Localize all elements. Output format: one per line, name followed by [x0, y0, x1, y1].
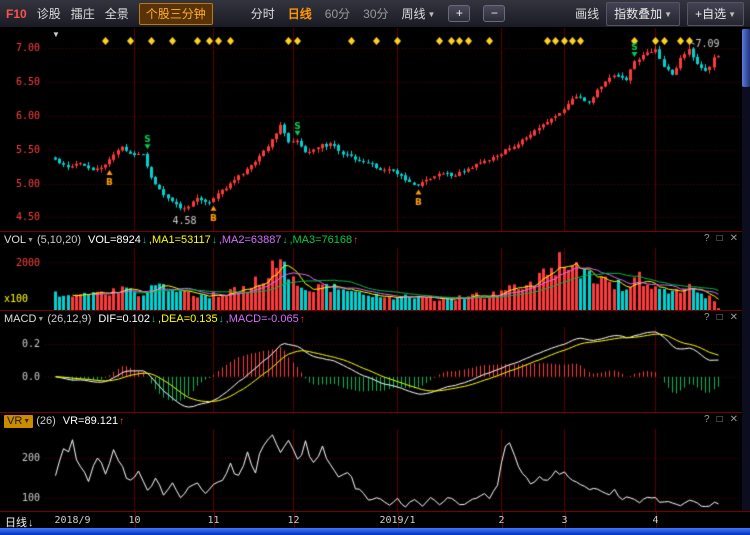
toolbar-left-group: F10 诊股擂庄全景个股三分钟: [6, 3, 213, 25]
vol-value: VOL=8924: [88, 234, 141, 246]
up-arrow-icon: ↑: [300, 314, 305, 325]
period-weekly-button[interactable]: 周线▼: [402, 5, 436, 22]
month-label: 12: [287, 515, 299, 526]
volume-chart-canvas[interactable]: [0, 248, 750, 310]
add-watchlist-button[interactable]: +自选▼: [687, 2, 744, 26]
vol-value: ,MA1=53117: [149, 234, 211, 246]
macd-value: DIF=0.102: [98, 313, 150, 325]
macd-chart-canvas[interactable]: [0, 327, 750, 412]
month-label: 3: [561, 515, 567, 526]
index-overlay-button[interactable]: 指数叠加▼: [606, 2, 680, 26]
bottom-strip: [0, 528, 750, 535]
macd-indicator-selector[interactable]: MACD▼: [4, 313, 44, 325]
period-30min-button[interactable]: 30分: [363, 5, 388, 22]
period-daily-button[interactable]: 日线: [288, 5, 312, 22]
maximize-icon[interactable]: □: [717, 312, 723, 323]
period-intraday-button[interactable]: 分时: [251, 5, 275, 22]
down-arrow-icon: ↓: [28, 517, 34, 529]
close-icon[interactable]: ✕: [730, 312, 738, 323]
macd-params: (26,12,9): [47, 313, 91, 325]
period-60min-button[interactable]: 60分: [325, 5, 350, 22]
month-label: 10: [128, 515, 140, 526]
month-label: 2: [498, 515, 504, 526]
diagnose-stock-button[interactable]: 诊股: [37, 5, 61, 22]
close-icon[interactable]: ✕: [730, 233, 738, 244]
vertical-scrollbar[interactable]: [742, 28, 750, 511]
vr-panel-header: VR▼(26)VR=89.121↑?□✕: [0, 412, 750, 429]
up-arrow-icon: ↑: [119, 416, 124, 427]
up-arrow-icon: ↑: [353, 235, 358, 246]
down-arrow-icon: ↓: [151, 314, 156, 325]
top-toolbar: F10 诊股擂庄全景个股三分钟 分时日线 60分 30分周线▼ +− 画线指数叠加▼ +自…: [0, 0, 750, 28]
main-chart-panel: ▼: [0, 28, 750, 231]
stock-3min-button[interactable]: 个股三分钟: [139, 3, 213, 25]
vr-name: VR: [7, 415, 22, 427]
draw-line-button[interactable]: 画线: [575, 5, 599, 22]
scrollbar-thumb[interactable]: [742, 29, 750, 87]
vr-indicator-selector[interactable]: VR▼: [4, 415, 33, 428]
period-text: 日线: [5, 517, 27, 529]
help-icon[interactable]: ?: [704, 414, 710, 425]
maximize-icon[interactable]: □: [717, 414, 723, 425]
window-buttons: ? □ ✕: [704, 414, 738, 425]
chevron-down-icon: ▼: [728, 10, 736, 19]
help-icon[interactable]: ?: [704, 312, 710, 323]
vol-panel-header: VOL▼(5,10,20)VOL=8924↓,MA1=53117↓,MA2=63…: [0, 231, 750, 248]
window-buttons: ? □ ✕: [704, 312, 738, 323]
down-arrow-icon: ↓: [212, 235, 217, 246]
stock-chart-app: F10诊股擂庄全景个股三分钟 分时日线60分30分周线▼+− 画线指数叠加▼+自…: [0, 0, 750, 535]
macd-value: ,MACD=-0.065: [226, 313, 299, 325]
vr-value: VR=89.121: [63, 415, 118, 427]
vr-params: (26): [36, 415, 56, 427]
help-icon[interactable]: ?: [704, 233, 710, 244]
down-arrow-icon: ↓: [219, 314, 224, 325]
window-buttons: ? □ ✕: [704, 233, 738, 244]
chart-period-indicator[interactable]: 日线↓: [5, 514, 34, 530]
vol-value: ,MA2=63887: [219, 234, 282, 246]
chevron-down-icon: ▼: [27, 237, 34, 244]
macd-value: ,DEA=0.135: [158, 313, 218, 325]
chevron-down-icon: ▼: [23, 418, 30, 425]
toolbar-period-group: 分时日线 60分 30分周线▼ +−: [251, 5, 506, 22]
time-axis: 日线↓ 2018/9 10 11 12 2019/1 2 3 4: [0, 511, 750, 528]
chevron-down-icon: ▼: [664, 10, 672, 19]
leizhuang-button[interactable]: 擂庄: [71, 5, 95, 22]
chevron-down-icon: ▼: [428, 10, 436, 19]
month-label: 4: [652, 515, 658, 526]
vr-chart-canvas[interactable]: [0, 429, 750, 511]
vol-name: VOL: [4, 234, 26, 246]
vol-indicator-selector[interactable]: VOL▼: [4, 234, 34, 246]
vol-params: (5,10,20): [37, 234, 81, 246]
zoom-in-button[interactable]: +: [448, 5, 470, 22]
toolbar-right-group: 画线指数叠加▼ +自选▼: [575, 2, 744, 26]
f10-button[interactable]: F10: [6, 7, 27, 21]
macd-name: MACD: [4, 313, 36, 325]
chevron-down-icon: ▼: [37, 316, 44, 323]
month-label: 2019/1: [379, 515, 415, 526]
close-icon[interactable]: ✕: [730, 414, 738, 425]
candlestick-chart-canvas[interactable]: [0, 28, 750, 231]
macd-panel-header: MACD▼(26,12,9)DIF=0.102↓,DEA=0.135↓,MACD…: [0, 310, 750, 327]
chevron-down-icon[interactable]: ▼: [52, 30, 60, 39]
panorama-button[interactable]: 全景: [105, 5, 129, 22]
vol-value: ,MA3=76168: [289, 234, 352, 246]
down-arrow-icon: ↓: [282, 235, 287, 246]
down-arrow-icon: ↓: [142, 235, 147, 246]
zoom-out-button[interactable]: −: [483, 5, 505, 22]
maximize-icon[interactable]: □: [717, 233, 723, 244]
month-label: 11: [207, 515, 219, 526]
month-label: 2018/9: [54, 515, 90, 526]
